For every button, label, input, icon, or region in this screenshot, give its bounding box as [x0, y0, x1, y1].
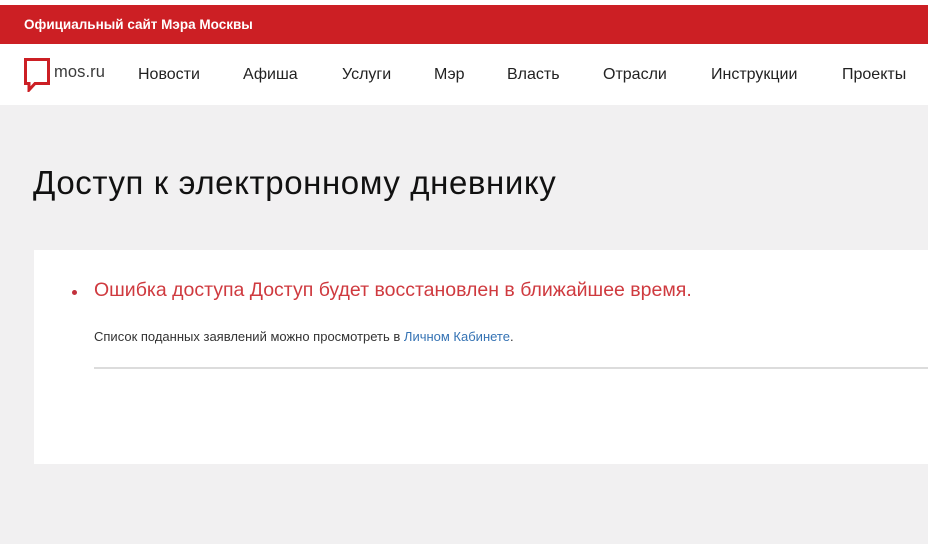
nav-item-government[interactable]: Власть — [507, 44, 560, 105]
nav-item-mayor[interactable]: Мэр — [434, 44, 465, 105]
info-text-end: . — [509, 329, 514, 344]
speech-bubble-icon — [24, 58, 50, 92]
nav-item-services[interactable]: Услуги — [342, 44, 391, 105]
nav-item-instructions[interactable]: Инструкции — [711, 44, 797, 105]
mos-ru-logo[interactable]: mos.ru — [24, 58, 105, 92]
error-card: Ошибка доступа Доступ будет восстановлен… — [34, 250, 928, 464]
official-site-title: Официальный сайт Мэра Москвы — [24, 17, 253, 32]
info-text: Список поданных заявлений можно просмотр… — [94, 329, 514, 344]
error-message: Ошибка доступа Доступ будет восстановлен… — [94, 279, 692, 301]
bullet-icon — [72, 290, 77, 295]
info-text-prefix: Список поданных заявлений можно просмотр… — [94, 329, 404, 344]
main-navigation: mos.ru Новости Афиша Услуги Мэр Власть О… — [0, 44, 928, 105]
personal-cabinet-link[interactable]: Личном Кабинете — [404, 329, 510, 344]
page-title: Доступ к электронному дневнику — [33, 164, 557, 201]
nav-item-news[interactable]: Новости — [138, 44, 200, 105]
official-site-bar: Официальный сайт Мэра Москвы — [0, 5, 928, 44]
nav-item-projects[interactable]: Проекты — [842, 44, 906, 105]
nav-item-afisha[interactable]: Афиша — [243, 44, 298, 105]
nav-item-industries[interactable]: Отрасли — [603, 44, 667, 105]
logo-text: mos.ru — [54, 63, 106, 81]
divider — [94, 367, 928, 369]
